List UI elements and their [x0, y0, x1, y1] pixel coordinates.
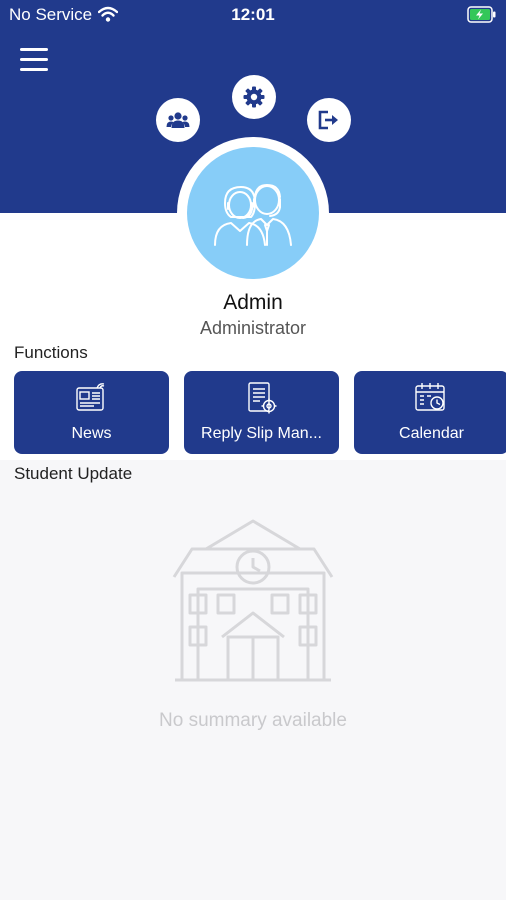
logout-icon — [318, 110, 338, 130]
document-gear-icon — [248, 382, 277, 414]
school-building-icon — [172, 519, 334, 682]
empty-state-text: No summary available — [159, 710, 347, 731]
student-update-title: Student Update — [14, 464, 133, 483]
functions-title: Functions — [14, 343, 88, 362]
newspaper-icon — [76, 383, 105, 411]
status-bar: No Service 12:01 — [0, 0, 506, 30]
gear-icon — [243, 86, 265, 108]
calendar-clock-icon — [415, 383, 445, 411]
function-label: Reply Slip Man... — [201, 425, 322, 442]
logout-button[interactable] — [307, 98, 351, 142]
function-reply-slip-button[interactable]: Reply Slip Man... — [184, 371, 339, 454]
avatar — [187, 147, 319, 279]
users-button[interactable] — [156, 98, 200, 142]
battery-charging-icon — [467, 6, 497, 28]
function-label: Calendar — [399, 425, 464, 442]
user-role: Administrator — [199, 318, 307, 338]
clock-text: 12:01 — [231, 5, 275, 24]
function-news-button[interactable]: News — [14, 371, 169, 454]
function-calendar-button[interactable]: Calendar — [354, 371, 506, 454]
users-icon — [166, 112, 190, 128]
hamburger-menu-icon[interactable] — [20, 48, 48, 74]
user-name: Admin — [223, 291, 283, 314]
support-agents-icon — [214, 184, 292, 246]
function-label: News — [71, 425, 112, 442]
settings-button[interactable] — [232, 75, 276, 119]
